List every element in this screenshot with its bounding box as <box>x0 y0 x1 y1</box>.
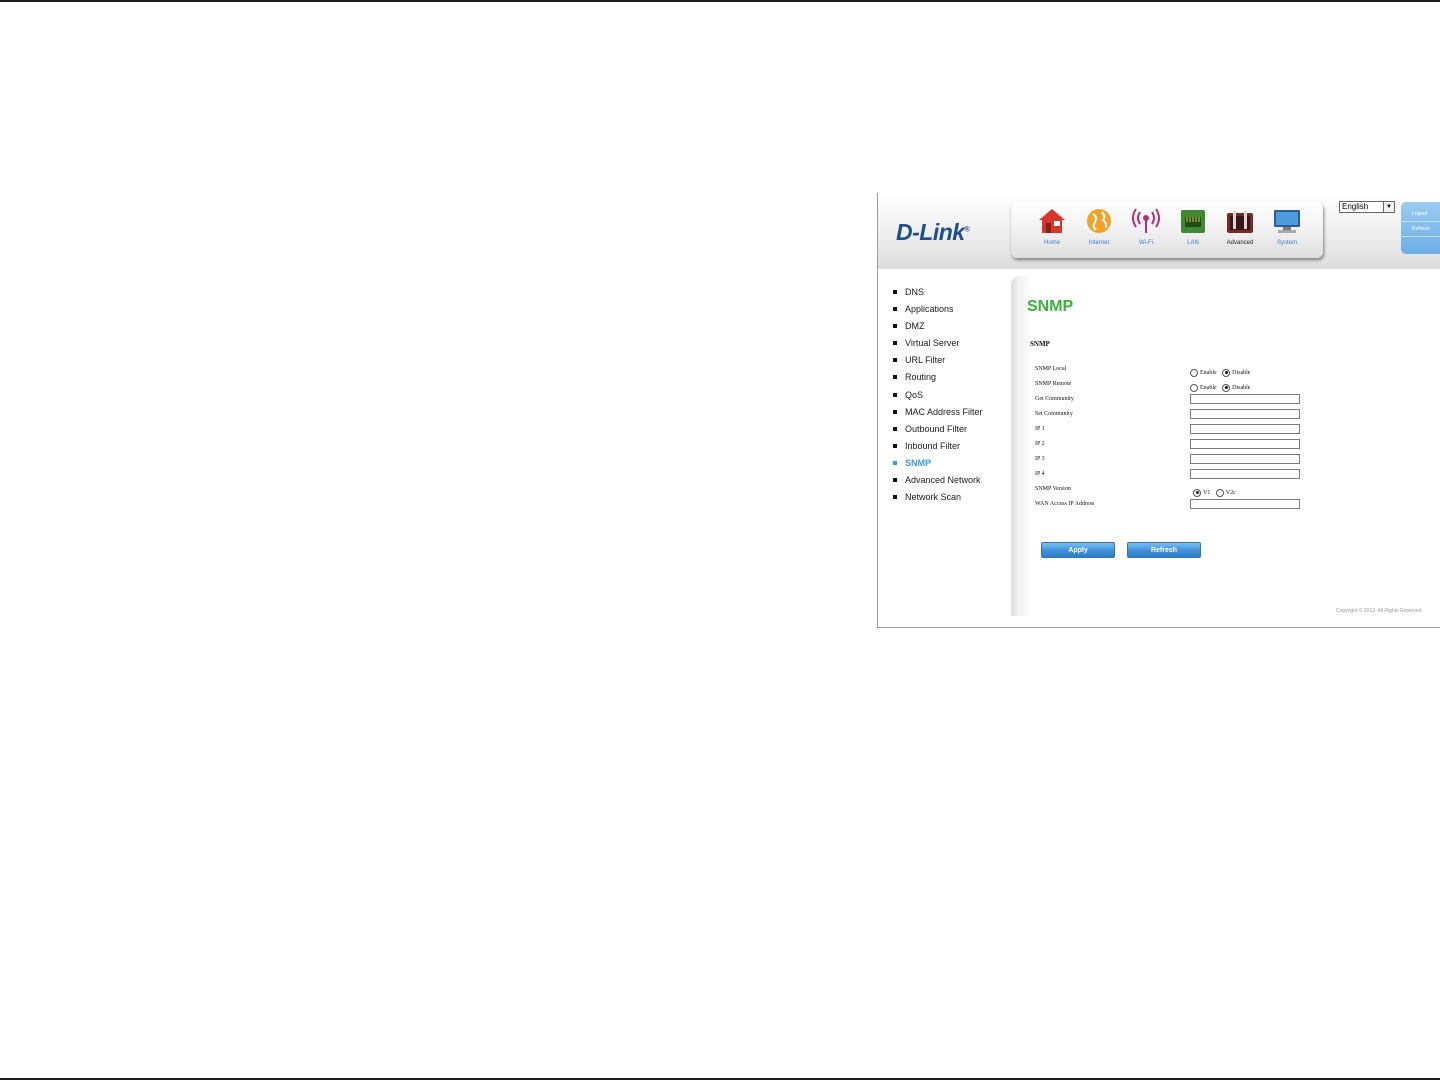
section-title: SNMP <box>1030 340 1050 348</box>
toolbox-icon <box>1227 211 1253 233</box>
sidebar-item-snmp[interactable]: SNMP <box>893 457 1013 474</box>
refresh-link[interactable]: Refresh <box>1401 222 1440 237</box>
nav-internet[interactable]: Internet <box>1076 207 1122 257</box>
ip1-input[interactable] <box>1190 424 1300 434</box>
snmp-version-row: SNMP Version V1 V2c <box>1035 486 1236 497</box>
snmp-version-v1-radio[interactable] <box>1193 488 1201 497</box>
nav-advanced[interactable]: Advanced <box>1217 207 1263 257</box>
wifi-icon <box>1132 208 1160 233</box>
page-top-rule <box>0 0 1440 2</box>
ip3-input[interactable] <box>1190 454 1300 464</box>
sidebar-item-network-scan[interactable]: Network Scan <box>893 491 1013 508</box>
refresh-button[interactable]: Refresh <box>1127 542 1201 558</box>
sidebar-item-inbound-filter[interactable]: Inbound Filter <box>893 440 1013 457</box>
ip2-input[interactable] <box>1190 439 1300 449</box>
wan-access-ip-input[interactable] <box>1190 499 1300 509</box>
sidebar-item-applications[interactable]: Applications <box>893 303 1013 320</box>
snmp-version-v2c-radio[interactable] <box>1215 488 1224 497</box>
wan-access-row: WAN Access IP Address <box>1035 499 1435 511</box>
ip1-row: IP 1 <box>1035 424 1435 436</box>
ip4-row: IP 4 <box>1035 469 1435 481</box>
sidebar-item-qos[interactable]: QoS <box>893 389 1013 406</box>
snmp-local-disable-radio[interactable] <box>1222 368 1231 377</box>
page-title: SNMP <box>1027 298 1074 315</box>
sidebar-item-dns[interactable]: DNS <box>893 286 1013 303</box>
snmp-remote-enable-radio[interactable] <box>1190 383 1198 392</box>
ip4-input[interactable] <box>1190 469 1300 479</box>
sidebar-item-mac-address-filter[interactable]: MAC Address Filter <box>893 406 1013 423</box>
advanced-sidebar: DNS Applications DMZ Virtual Server URL … <box>893 286 1013 508</box>
dlink-logo: D-Link® <box>896 219 970 245</box>
account-panel: Logout Refresh <box>1401 202 1440 254</box>
monitor-icon <box>1274 210 1300 233</box>
sidebar-item-virtual-server[interactable]: Virtual Server <box>893 337 1013 354</box>
page-bottom-rule <box>0 1078 1440 1080</box>
nav-home[interactable]: Home <box>1029 207 1075 257</box>
nav-lan[interactable]: LAN <box>1170 207 1216 257</box>
language-select[interactable]: English ▼ <box>1339 201 1395 213</box>
main-content: SNMP SNMP SNMP Local Enable Disable SNMP… <box>1011 276 1440 616</box>
get-community-row: Get Community <box>1035 394 1435 406</box>
snmp-remote-row: SNMP Remote Enable Disable <box>1035 381 1251 392</box>
globe-icon <box>1087 209 1111 233</box>
chevron-down-icon: ▼ <box>1383 202 1394 212</box>
nav-system[interactable]: System <box>1264 207 1310 257</box>
nav-wifi[interactable]: Wi-Fi <box>1123 207 1169 257</box>
router-admin-screenshot: D-Link® Home Internet Wi-Fi LAN Advanced… <box>877 193 1440 628</box>
sidebar-item-outbound-filter[interactable]: Outbound Filter <box>893 423 1013 440</box>
copyright-text: Copyright © 2012. All Rights Reserved. <box>1336 608 1423 614</box>
lan-icon <box>1181 210 1205 233</box>
sidebar-item-dmz[interactable]: DMZ <box>893 320 1013 337</box>
sidebar-item-routing[interactable]: Routing <box>893 371 1013 388</box>
sidebar-item-advanced-network[interactable]: Advanced Network <box>893 474 1013 491</box>
ip2-row: IP 2 <box>1035 439 1435 451</box>
get-community-input[interactable] <box>1190 394 1300 404</box>
home-icon <box>1039 209 1065 233</box>
set-community-row: Set Community <box>1035 409 1435 421</box>
set-community-input[interactable] <box>1190 409 1300 419</box>
sidebar-item-url-filter[interactable]: URL Filter <box>893 354 1013 371</box>
snmp-remote-disable-radio[interactable] <box>1222 383 1231 392</box>
ip3-row: IP 3 <box>1035 454 1435 466</box>
apply-button[interactable]: Apply <box>1041 542 1115 558</box>
snmp-local-enable-radio[interactable] <box>1190 368 1198 377</box>
snmp-local-row: SNMP Local Enable Disable <box>1035 366 1251 377</box>
logout-link[interactable]: Logout <box>1401 207 1440 222</box>
header-bar: D-Link® Home Internet Wi-Fi LAN Advanced… <box>878 193 1440 269</box>
main-nav: Home Internet Wi-Fi LAN Advanced System <box>1011 202 1323 258</box>
